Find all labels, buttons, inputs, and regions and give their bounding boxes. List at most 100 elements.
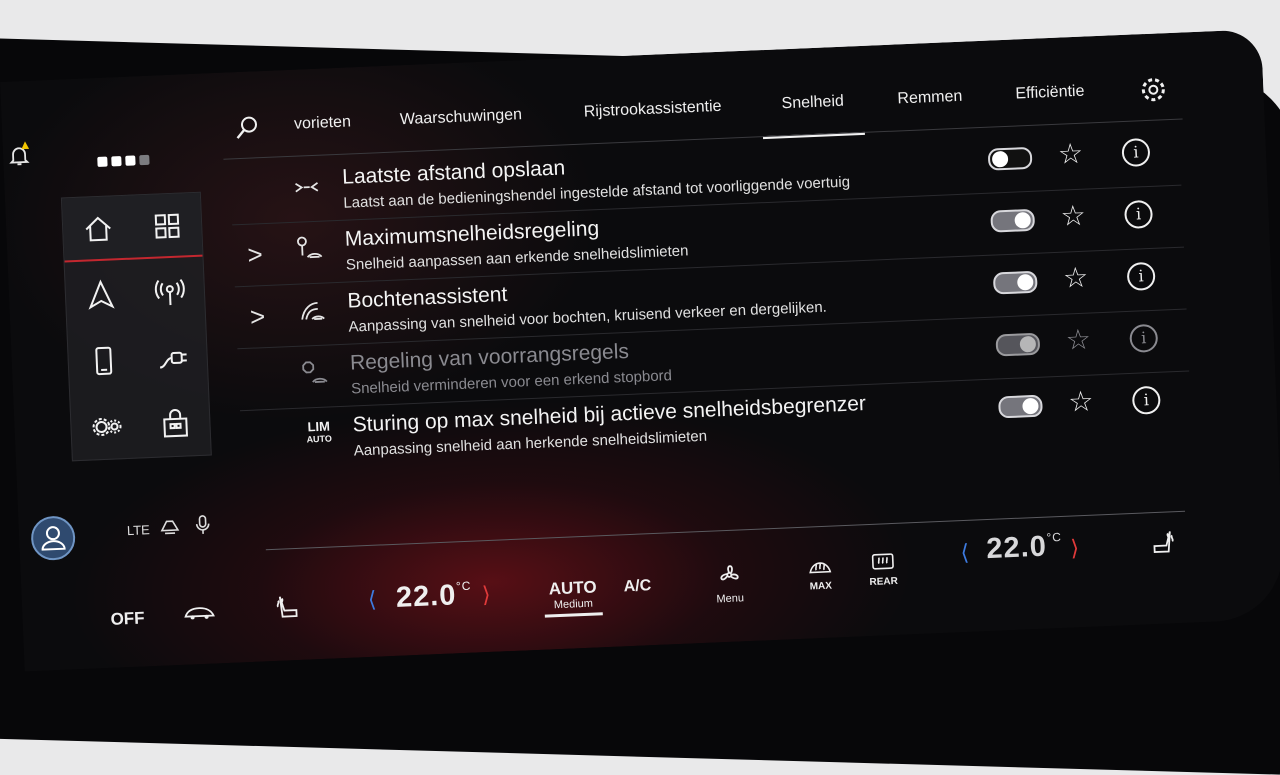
- tab-rijstrookassistentie[interactable]: Rijstrookassistentie: [583, 78, 723, 144]
- right-seat-heating-button[interactable]: [1150, 527, 1177, 563]
- tab-label: Rijstrookassistentie: [583, 98, 721, 121]
- favorite-star-icon[interactable]: ☆: [1060, 199, 1086, 233]
- tab-snelheid[interactable]: Snelheid: [760, 72, 865, 139]
- tab-label: Waarschuwingen: [400, 106, 523, 128]
- setting-title: Maximumsnelheidsregeling: [344, 217, 599, 252]
- setting-title: Laatste afstand opslaan: [342, 156, 566, 189]
- off-label: OFF: [110, 608, 145, 628]
- front-defrost-icon: [807, 556, 834, 577]
- car-airflow-icon: [182, 601, 217, 622]
- right-temp-value: 22.0: [986, 531, 1048, 566]
- ac-button[interactable]: A/C: [623, 577, 651, 596]
- expand-chevron-icon[interactable]: >: [249, 301, 265, 333]
- tab-waarschuwingen[interactable]: Waarschuwingen: [399, 86, 524, 151]
- charging-plug-icon: [155, 340, 190, 375]
- climate-off-button[interactable]: OFF: [110, 608, 145, 629]
- temp-unit: °C: [1046, 530, 1062, 545]
- lte-label: LTE: [127, 522, 150, 538]
- page-dot: [97, 157, 107, 167]
- seat-heating-icon: [1150, 527, 1177, 558]
- store-button[interactable]: [139, 391, 211, 458]
- left-temp-up-button[interactable]: ⟩: [481, 582, 491, 608]
- info-icon[interactable]: i: [1127, 262, 1156, 291]
- sturing-max-snelheid-toggle[interactable]: [998, 395, 1043, 419]
- app-launcher: [61, 192, 212, 462]
- right-temp-down-button[interactable]: ⟨: [960, 540, 970, 566]
- infotainment-screen: ▲: [0, 29, 1280, 671]
- right-temp-up-button[interactable]: ⟩: [1070, 535, 1080, 561]
- stop-sign-car-icon: [300, 359, 329, 388]
- apps-grid-icon: [149, 208, 184, 243]
- setting-title: Bochtenassistent: [347, 283, 508, 314]
- vehicle-settings-button[interactable]: [70, 393, 142, 460]
- apps-button[interactable]: [131, 193, 203, 260]
- menu-label: Menu: [710, 592, 750, 606]
- rear-defrost-icon: [869, 551, 896, 572]
- favorite-star-icon[interactable]: ☆: [1068, 385, 1094, 419]
- connectivity-icon: [158, 515, 181, 541]
- info-icon[interactable]: i: [1124, 200, 1153, 229]
- auto-label: AUTO: [301, 432, 337, 445]
- navigation-arrow-icon: [83, 277, 118, 312]
- seat-heating-icon: [274, 592, 301, 623]
- radio-button[interactable]: [134, 259, 206, 326]
- expand-chevron-icon[interactable]: >: [247, 239, 263, 271]
- climate-menu-button[interactable]: Menu: [709, 561, 751, 606]
- fan-icon: [715, 561, 744, 588]
- favorite-star-icon[interactable]: ☆: [1062, 261, 1088, 295]
- laatste-afstand-toggle[interactable]: [988, 147, 1033, 171]
- navigation-button[interactable]: [65, 262, 137, 329]
- microphone-icon[interactable]: [194, 514, 211, 540]
- left-seat-heating-button[interactable]: [274, 592, 301, 628]
- page-dot: [125, 155, 135, 165]
- shopping-bag-icon: [157, 406, 192, 441]
- car-climate-button[interactable]: [182, 601, 217, 627]
- gear-icon: [1139, 75, 1168, 104]
- tab-label: Efficiëntie: [1015, 83, 1085, 103]
- page-dot: [111, 156, 121, 166]
- lim-auto-icon: LIM AUTO: [300, 420, 337, 445]
- speed-limit-car-icon: [295, 235, 324, 264]
- info-icon[interactable]: i: [1121, 138, 1150, 167]
- tab-efficientie[interactable]: Efficiëntie: [1014, 63, 1086, 126]
- phone-button[interactable]: [67, 328, 139, 395]
- max-defrost-button[interactable]: MAX: [803, 555, 838, 592]
- auto-intensity-label: Medium: [544, 597, 602, 611]
- curve-assist-icon: [297, 297, 326, 326]
- left-temperature: 22.0°C: [395, 579, 472, 615]
- page-dot: [139, 155, 149, 165]
- auto-label: AUTO: [543, 577, 602, 599]
- tab-remmen[interactable]: Remmen: [896, 68, 963, 131]
- gears-icon: [88, 409, 123, 444]
- lte-signal-icon: LTE: [127, 522, 150, 538]
- max-label: MAX: [804, 580, 838, 592]
- notification-bell-icon[interactable]: ▲: [7, 143, 32, 174]
- distance-memory-icon: [292, 173, 321, 202]
- bochtenassistent-toggle[interactable]: [993, 271, 1038, 295]
- tab-label: Remmen: [897, 88, 963, 108]
- voorrangsregels-toggle[interactable]: [995, 333, 1040, 357]
- page-indicator: [97, 152, 154, 172]
- search-icon: [234, 113, 263, 142]
- tab-label: vorieten: [294, 113, 352, 132]
- favorite-star-icon[interactable]: ☆: [1057, 137, 1083, 171]
- rear-defrost-button[interactable]: REAR: [864, 551, 901, 588]
- right-temperature: 22.0°C: [986, 530, 1063, 566]
- ac-label: A/C: [623, 577, 651, 595]
- charging-button[interactable]: [136, 325, 208, 392]
- phone-icon: [86, 343, 121, 378]
- maximumsnelheid-toggle[interactable]: [990, 209, 1035, 233]
- settings-button[interactable]: [1139, 75, 1168, 109]
- rear-label: REAR: [865, 576, 901, 588]
- temp-unit: °C: [456, 579, 472, 594]
- tab-favorieten[interactable]: vorieten: [293, 93, 352, 155]
- auto-mode-button[interactable]: AUTO Medium: [543, 577, 603, 617]
- search-button[interactable]: [234, 113, 263, 147]
- left-temp-down-button[interactable]: ⟨: [367, 587, 377, 613]
- tab-label: Snelheid: [781, 93, 844, 113]
- home-icon: [80, 211, 115, 246]
- favorite-star-icon[interactable]: ☆: [1065, 323, 1091, 357]
- home-button[interactable]: [62, 196, 134, 263]
- info-icon[interactable]: i: [1132, 386, 1161, 415]
- info-icon[interactable]: i: [1129, 324, 1158, 353]
